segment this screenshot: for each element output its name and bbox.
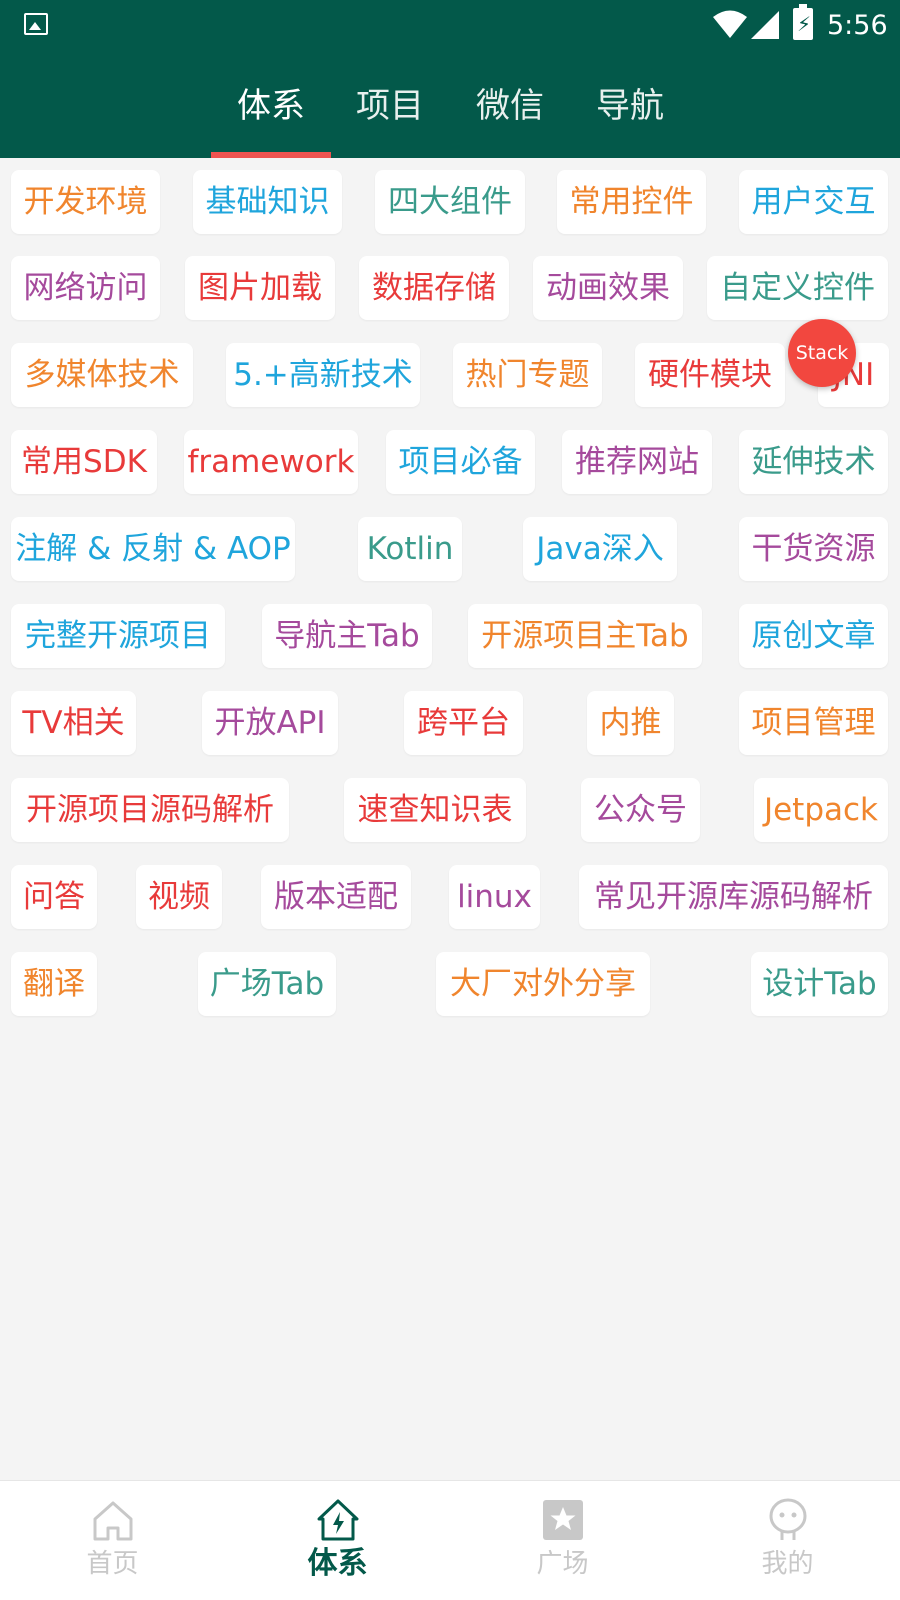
tag[interactable]: linux bbox=[449, 865, 540, 929]
tag-row: 网络访问 图片加载 数据存储 动画效果 自定义控件 bbox=[0, 256, 900, 322]
wifi-icon bbox=[713, 10, 747, 38]
tag[interactable]: 硬件模块 bbox=[635, 343, 785, 407]
tag[interactable]: 推荐网站 bbox=[562, 430, 712, 494]
profile-icon bbox=[769, 1498, 807, 1540]
tag[interactable]: 广场Tab bbox=[198, 952, 336, 1016]
tag[interactable]: 大厂对外分享 bbox=[436, 952, 650, 1016]
tag[interactable]: 常见开源库源码解析 bbox=[579, 865, 888, 929]
nav-square[interactable]: 广场 bbox=[450, 1481, 675, 1600]
tag[interactable]: 自定义控件 bbox=[707, 256, 888, 320]
tag-row: TV相关 开放API 跨平台 内推 项目管理 bbox=[0, 691, 900, 757]
nav-home-label: 首页 bbox=[86, 1549, 139, 1579]
tag[interactable]: 四大组件 bbox=[375, 170, 525, 234]
nav-home[interactable]: 首页 bbox=[0, 1481, 225, 1600]
tag-row: 多媒体技术 5.+高新技术 热门专题 硬件模块 JNI bbox=[0, 343, 900, 409]
tag-row: 常用SDK framework 项目必备 推荐网站 延伸技术 bbox=[0, 430, 900, 496]
nav-system-label: 体系 bbox=[307, 1546, 368, 1581]
tag[interactable]: TV相关 bbox=[11, 691, 136, 755]
tag[interactable]: 干货资源 bbox=[739, 517, 888, 581]
tag-row: 开源项目源码解析 速查知识表 公众号 Jetpack bbox=[0, 778, 900, 844]
top-tab-bar: 体系 项目 微信 导航 bbox=[0, 54, 900, 158]
tag[interactable]: 开发环境 bbox=[11, 170, 160, 234]
status-time: 5:56 bbox=[827, 10, 888, 41]
tag-row: 翻译 广场Tab 大厂对外分享 设计Tab bbox=[0, 952, 900, 1018]
nav-square-label: 广场 bbox=[536, 1549, 589, 1579]
tag[interactable]: 热门专题 bbox=[453, 343, 602, 407]
tag[interactable]: 跨平台 bbox=[404, 691, 523, 755]
gallery-notification-icon bbox=[24, 13, 48, 35]
tag[interactable]: 开放API bbox=[202, 691, 338, 755]
tag[interactable]: 数据存储 bbox=[359, 256, 509, 320]
tag-row: 问答 视频 版本适配 linux 常见开源库源码解析 bbox=[0, 865, 900, 931]
tag[interactable]: Jetpack bbox=[754, 778, 888, 842]
battery-icon: ⚡ bbox=[793, 4, 813, 40]
status-bar: ⚡ 5:56 bbox=[0, 0, 900, 54]
tab-project[interactable]: 项目 bbox=[330, 54, 450, 158]
tag[interactable]: 项目必备 bbox=[386, 430, 535, 494]
tag[interactable]: 内推 bbox=[587, 691, 674, 755]
tag[interactable]: 动画效果 bbox=[533, 256, 683, 320]
tag[interactable]: 开源项目源码解析 bbox=[11, 778, 289, 842]
tag[interactable]: 基础知识 bbox=[193, 170, 342, 234]
tag[interactable]: 版本适配 bbox=[261, 865, 411, 929]
tab-navigation[interactable]: 导航 bbox=[570, 54, 690, 158]
tag[interactable]: 视频 bbox=[136, 865, 222, 929]
tag[interactable]: 公众号 bbox=[581, 778, 700, 842]
tag[interactable]: 注解 & 反射 & AOP bbox=[11, 517, 295, 581]
tag[interactable]: 完整开源项目 bbox=[11, 604, 225, 668]
tag[interactable]: Java深入 bbox=[523, 517, 677, 581]
bottom-navigation: 首页 体系 广场 我的 bbox=[0, 1480, 900, 1600]
nav-profile-label: 我的 bbox=[761, 1549, 814, 1579]
tag[interactable]: Kotlin bbox=[358, 517, 462, 581]
square-icon bbox=[543, 1500, 583, 1540]
tag[interactable]: 常用控件 bbox=[557, 170, 706, 234]
tag-row: 开发环境 基础知识 四大组件 常用控件 用户交互 bbox=[0, 170, 900, 236]
tag[interactable]: 图片加载 bbox=[185, 256, 335, 320]
tag[interactable]: 速查知识表 bbox=[344, 778, 526, 842]
tag[interactable]: 用户交互 bbox=[739, 170, 888, 234]
tag[interactable]: 延伸技术 bbox=[739, 430, 888, 494]
tab-wechat[interactable]: 微信 bbox=[450, 54, 570, 158]
tab-system[interactable]: 体系 bbox=[211, 54, 331, 158]
tag[interactable]: 翻译 bbox=[11, 952, 97, 1016]
tag-row: 完整开源项目 导航主Tab 开源项目主Tab 原创文章 bbox=[0, 604, 900, 670]
stack-floating-button[interactable]: Stack bbox=[788, 319, 856, 387]
system-icon bbox=[317, 1499, 359, 1541]
tag[interactable]: 导航主Tab bbox=[262, 604, 432, 668]
tag[interactable]: 5.+高新技术 bbox=[226, 343, 420, 407]
tag[interactable]: 项目管理 bbox=[739, 691, 888, 755]
tag[interactable]: 设计Tab bbox=[751, 952, 888, 1016]
tag[interactable]: 开源项目主Tab bbox=[468, 604, 702, 668]
home-icon bbox=[93, 1501, 133, 1541]
nav-profile[interactable]: 我的 bbox=[675, 1481, 900, 1600]
tag[interactable]: framework bbox=[184, 430, 358, 494]
tag[interactable]: 网络访问 bbox=[11, 256, 160, 320]
tag[interactable]: 问答 bbox=[11, 865, 97, 929]
tag-flow-list: 开发环境 基础知识 四大组件 常用控件 用户交互 网络访问 图片加载 数据存储 … bbox=[0, 158, 900, 1480]
tag-row: 注解 & 反射 & AOP Kotlin Java深入 干货资源 bbox=[0, 517, 900, 583]
tag[interactable]: 常用SDK bbox=[11, 430, 157, 494]
cell-signal-icon bbox=[751, 11, 779, 39]
nav-system[interactable]: 体系 bbox=[225, 1481, 450, 1600]
tag[interactable]: 多媒体技术 bbox=[11, 343, 193, 407]
tag[interactable]: 原创文章 bbox=[739, 604, 888, 668]
